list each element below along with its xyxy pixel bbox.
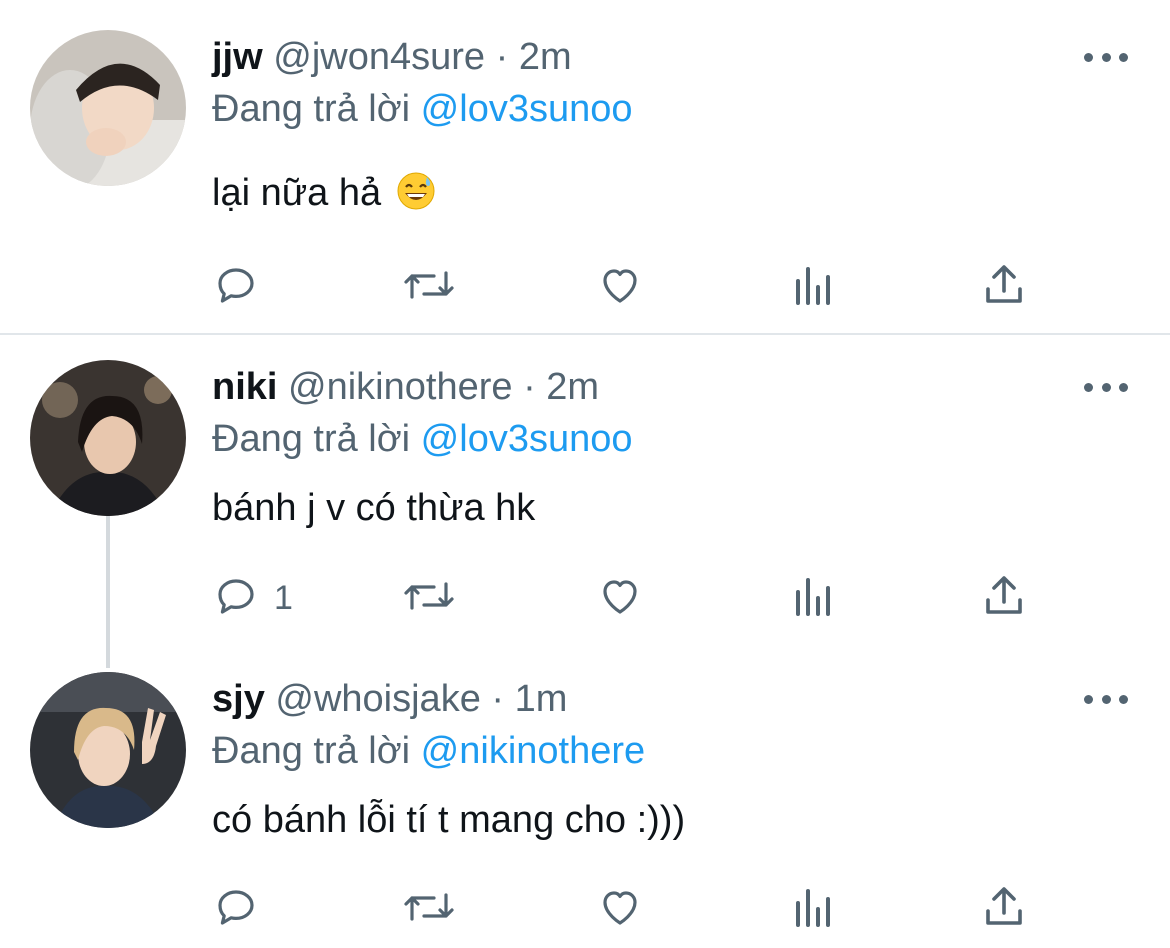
tweet-actions: 1 — [212, 573, 1042, 623]
timestamp[interactable]: 1m — [515, 678, 568, 720]
share-icon — [980, 883, 1028, 936]
separator: · — [491, 678, 505, 720]
reply-context: Đang trả lời @lov3sunoo — [212, 416, 633, 462]
thread-view: jjw @jwon4sure · 2m Đang trả lời @lov3su… — [0, 0, 1170, 948]
analytics-icon — [790, 261, 838, 314]
reply-context: Đang trả lời @lov3sunoo — [212, 86, 633, 132]
retweet-icon — [402, 261, 456, 314]
like-button[interactable] — [596, 262, 644, 312]
retweet-button[interactable] — [402, 884, 456, 934]
tweet-actions — [212, 884, 1042, 934]
retweet-button[interactable] — [402, 573, 456, 623]
reply-icon — [212, 572, 260, 625]
reply-prefix: Đang trả lời — [212, 88, 411, 130]
analytics-button[interactable] — [790, 884, 838, 934]
share-icon — [980, 261, 1028, 314]
analytics-icon — [790, 572, 838, 625]
handle[interactable]: @nikinothere — [288, 366, 512, 408]
reply-context: Đang trả lời @nikinothere — [212, 728, 645, 774]
reply-to-mention[interactable]: @lov3sunoo — [421, 418, 633, 460]
timestamp[interactable]: 2m — [546, 366, 599, 408]
tweet-header: jjw @jwon4sure · 2m — [212, 34, 572, 80]
display-name[interactable]: niki — [212, 366, 277, 408]
avatar-sjy[interactable] — [30, 672, 186, 828]
handle[interactable]: @jwon4sure — [273, 36, 485, 78]
reply-icon — [212, 883, 260, 936]
analytics-button[interactable] — [790, 262, 838, 312]
tweet-text: có bánh lỗi tí t mang cho :))) — [212, 799, 686, 841]
tweet-3[interactable]: sjy @whoisjake · 1m Đang trả lời @nikino… — [0, 655, 1170, 948]
tweet-text: bánh j v có thừa hk — [212, 487, 536, 529]
more-options-icon[interactable] — [1084, 45, 1128, 69]
reply-button[interactable] — [212, 884, 274, 934]
tweet-1[interactable]: jjw @jwon4sure · 2m Đang trả lời @lov3su… — [0, 0, 1170, 333]
tweet-2[interactable]: niki @nikinothere · 2m Đang trả lời @lov… — [0, 335, 1170, 655]
reply-count: 1 — [274, 578, 293, 617]
share-button[interactable] — [980, 884, 1028, 934]
like-button[interactable] — [596, 884, 644, 934]
grinning-sweat-emoji — [396, 171, 436, 222]
display-name[interactable]: sjy — [212, 678, 265, 720]
share-button[interactable] — [980, 262, 1028, 312]
like-icon — [596, 883, 644, 936]
retweet-icon — [402, 572, 456, 625]
reply-button[interactable]: 1 — [212, 573, 293, 623]
tweet-actions — [212, 262, 1042, 312]
reply-to-mention[interactable]: @nikinothere — [421, 730, 645, 772]
share-button[interactable] — [980, 573, 1028, 623]
analytics-button[interactable] — [790, 573, 838, 623]
tweet-header: niki @nikinothere · 2m — [212, 364, 599, 410]
more-options-icon[interactable] — [1084, 687, 1128, 711]
avatar-niki[interactable] — [30, 360, 186, 516]
handle[interactable]: @whoisjake — [275, 678, 480, 720]
timestamp[interactable]: 2m — [519, 36, 572, 78]
reply-prefix: Đang trả lời — [212, 418, 411, 460]
retweet-icon — [402, 883, 456, 936]
retweet-button[interactable] — [402, 262, 456, 312]
reply-icon — [212, 261, 260, 314]
like-button[interactable] — [596, 573, 644, 623]
separator: · — [495, 36, 509, 78]
display-name[interactable]: jjw — [212, 36, 263, 78]
like-icon — [596, 261, 644, 314]
separator: · — [523, 366, 536, 408]
tweet-header: sjy @whoisjake · 1m — [212, 676, 567, 722]
more-options-icon[interactable] — [1084, 375, 1128, 399]
tweet-text-content: lại nữa hả — [212, 172, 382, 214]
reply-prefix: Đang trả lời — [212, 730, 411, 772]
reply-to-mention[interactable]: @lov3sunoo — [421, 88, 633, 130]
tweet-text: lại nữa hả — [212, 170, 436, 222]
avatar-jjw[interactable] — [30, 30, 186, 186]
reply-button[interactable] — [212, 262, 274, 312]
like-icon — [596, 572, 644, 625]
analytics-icon — [790, 883, 838, 936]
share-icon — [980, 572, 1028, 625]
